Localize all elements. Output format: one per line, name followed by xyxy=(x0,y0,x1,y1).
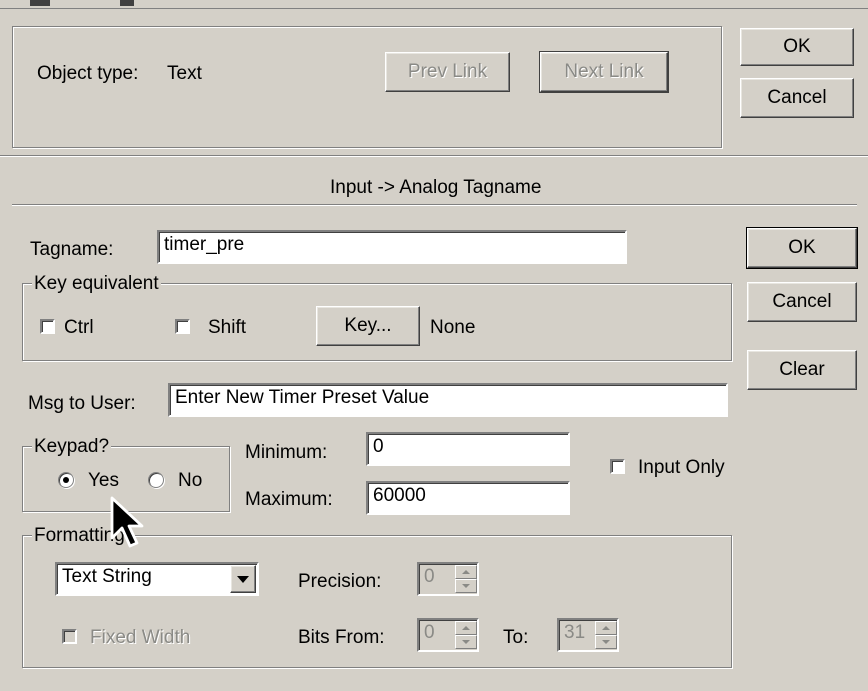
to-spinner[interactable] xyxy=(595,621,617,649)
shift-label: Shift xyxy=(208,317,247,338)
object-type-value: Text xyxy=(167,63,202,84)
arrow-up-icon xyxy=(462,570,470,574)
bits-from-label: Bits From: xyxy=(298,627,385,648)
minimum-input[interactable]: 0 xyxy=(366,432,570,466)
prev-link-label: Prev Link xyxy=(407,61,488,82)
shift-checkbox[interactable] xyxy=(175,319,190,334)
precision-label: Precision: xyxy=(298,571,382,592)
title-divider xyxy=(12,204,857,206)
maximum-label: Maximum: xyxy=(245,489,333,510)
key-value: None xyxy=(430,317,476,338)
input-only-checkbox[interactable] xyxy=(610,459,625,474)
minimum-label: Minimum: xyxy=(245,442,328,463)
object-type-label: Object type: xyxy=(37,63,139,84)
arrow-down-icon xyxy=(462,584,470,588)
section-divider xyxy=(0,155,868,157)
fixed-width-label: Fixed Width xyxy=(90,627,191,648)
msg-to-user-input[interactable]: Enter New Timer Preset Value xyxy=(168,383,728,417)
fixed-width-checkbox[interactable] xyxy=(62,629,77,644)
arrow-up-icon xyxy=(602,626,610,630)
format-select[interactable]: Text String xyxy=(55,562,259,596)
keypad-yes-radio[interactable] xyxy=(58,472,74,488)
arrow-down-icon xyxy=(462,640,470,644)
spin-up-button[interactable] xyxy=(455,565,477,579)
top-window-edge-tab xyxy=(30,0,50,6)
top-ok-label: OK xyxy=(783,36,811,57)
keypad-no-radio[interactable] xyxy=(148,472,164,488)
key-equivalent-legend: Key equivalent xyxy=(32,273,161,294)
cancel-button[interactable]: Cancel xyxy=(747,282,857,322)
tagname-label: Tagname: xyxy=(30,239,114,260)
tagname-input[interactable]: timer_pre xyxy=(157,230,627,264)
ok-label: OK xyxy=(788,237,816,258)
ctrl-checkbox[interactable] xyxy=(40,319,55,334)
arrow-down-icon xyxy=(602,640,610,644)
format-select-dropdown-button[interactable] xyxy=(230,565,256,593)
input-only-label: Input Only xyxy=(638,457,725,478)
radio-selected-dot xyxy=(63,477,69,483)
keypad-no-label: No xyxy=(178,470,203,491)
keypad-legend: Keypad? xyxy=(32,436,112,457)
key-button[interactable]: Key... xyxy=(316,306,420,346)
top-cancel-label: Cancel xyxy=(767,87,827,108)
msg-to-user-label: Msg to User: xyxy=(28,393,136,414)
section-title: Input -> Analog Tagname xyxy=(330,177,542,198)
next-link-label: Next Link xyxy=(564,61,644,82)
spin-up-button[interactable] xyxy=(595,621,617,635)
spin-down-button[interactable] xyxy=(455,579,477,593)
mouse-cursor-icon xyxy=(110,496,144,548)
arrow-up-icon xyxy=(462,626,470,630)
spin-down-button[interactable] xyxy=(595,635,617,649)
cancel-label: Cancel xyxy=(772,291,832,312)
ctrl-label: Ctrl xyxy=(64,317,94,338)
spin-up-button[interactable] xyxy=(455,621,477,635)
spin-down-button[interactable] xyxy=(455,635,477,649)
chevron-down-icon xyxy=(237,575,249,583)
next-link-button[interactable]: Next Link xyxy=(539,51,669,93)
bits-from-spinner[interactable] xyxy=(455,621,477,649)
maximum-input[interactable]: 60000 xyxy=(366,481,570,515)
prev-link-button[interactable]: Prev Link xyxy=(385,52,510,92)
ok-button[interactable]: OK xyxy=(746,227,858,269)
clear-label: Clear xyxy=(779,359,825,380)
top-ok-button[interactable]: OK xyxy=(740,28,854,66)
clear-button[interactable]: Clear xyxy=(747,350,857,390)
key-button-label: Key... xyxy=(344,315,392,336)
top-cancel-button[interactable]: Cancel xyxy=(740,78,854,118)
formatting-group xyxy=(22,535,732,668)
top-window-edge-tab xyxy=(120,0,134,6)
keypad-yes-label: Yes xyxy=(88,470,119,491)
format-select-value: Text String xyxy=(62,566,152,587)
to-label: To: xyxy=(503,627,529,648)
precision-spinner[interactable] xyxy=(455,565,477,593)
